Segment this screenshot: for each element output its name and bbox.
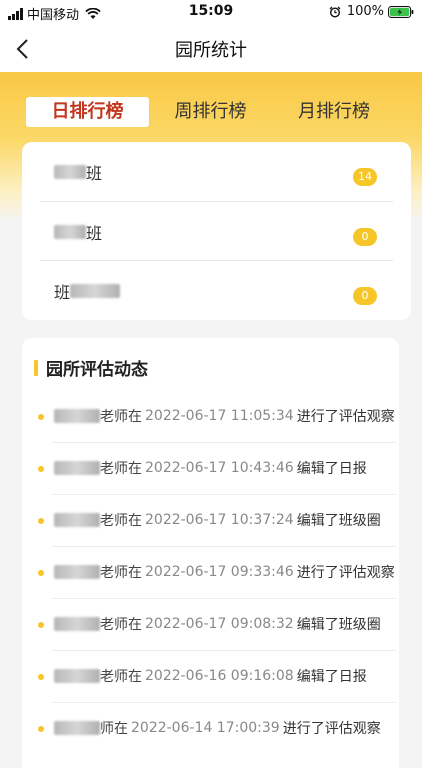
bullet-dot (38, 570, 44, 576)
ranking-card: 班 14 班 0 班 0 (22, 142, 411, 320)
redacted-name (54, 565, 100, 579)
feed-time: 2022-06-17 09:33:46 (145, 564, 294, 580)
feed-who: 老师在 (100, 669, 142, 685)
alarm-icon (329, 6, 341, 18)
feed-item[interactable]: 老师在 2022-06-17 10:37:24 编辑了班级圈 (36, 494, 396, 546)
ranking-row[interactable]: 班 0 (40, 201, 393, 261)
bullet-dot (38, 726, 44, 732)
redacted-name (54, 669, 100, 683)
page-title: 园所统计 (175, 40, 247, 61)
tab-weekly[interactable]: 周排行榜 (149, 97, 272, 127)
redacted-name (54, 165, 86, 179)
class-suffix: 班 (86, 224, 103, 243)
feed-who: 师在 (100, 721, 128, 737)
feed-time: 2022-06-17 09:08:32 (145, 616, 294, 632)
ranking-tabs: 日排行榜 周排行榜 月排行榜 (26, 97, 396, 127)
evaluation-feed-card: 园所评估动态 老师在 2022-06-17 11:05:34 进行了评估观察 老… (22, 338, 399, 768)
bullet-dot (38, 466, 44, 472)
feed-action: 编辑了日报 (296, 461, 367, 477)
feed-who: 老师在 (100, 617, 142, 633)
title-accent-bar (34, 359, 38, 376)
feed-time: 2022-06-17 10:37:24 (145, 512, 294, 528)
feed-item[interactable]: 老师在 2022-06-17 10:43:46 编辑了日报 (36, 442, 396, 494)
section-title-text: 园所评估动态 (46, 360, 148, 380)
redacted-name (54, 513, 100, 527)
bullet-dot (38, 414, 44, 420)
feed-action: 编辑了日报 (296, 669, 367, 685)
class-suffix: 班 (86, 164, 103, 183)
feed-who: 老师在 (100, 513, 142, 529)
redacted-name (54, 617, 100, 631)
battery-icon (388, 5, 414, 18)
feed-action: 进行了评估观察 (296, 409, 395, 425)
class-name: 班 (54, 160, 102, 184)
class-name: 班 (54, 220, 102, 244)
bullet-dot (38, 622, 44, 628)
ranking-row[interactable]: 班 0 (40, 260, 393, 320)
class-name: 班 (54, 279, 121, 303)
section-title: 园所评估动态 (34, 355, 148, 380)
status-right: 100% (329, 4, 414, 19)
bullet-dot (38, 518, 44, 524)
feed-action: 进行了评估观察 (296, 565, 395, 581)
redacted-name (54, 721, 100, 735)
feed-item[interactable]: 老师在 2022-06-17 11:05:34 进行了评估观察 (36, 390, 396, 442)
feed-item[interactable]: 师在 2022-06-14 17:00:39 进行了评估观察 (36, 702, 396, 754)
redacted-name (54, 225, 86, 239)
feed-time: 2022-06-17 10:43:46 (145, 460, 294, 476)
feed-who: 老师在 (100, 461, 142, 477)
tab-daily[interactable]: 日排行榜 (26, 97, 149, 127)
feed-item[interactable]: 老师在 2022-06-17 09:33:46 进行了评估观察 (36, 546, 396, 598)
tab-monthly[interactable]: 月排行榜 (272, 97, 396, 127)
count-badge: 0 (353, 228, 377, 246)
feed-item[interactable]: 老师在 2022-06-16 09:16:08 编辑了日报 (36, 650, 396, 702)
nav-bar: 园所统计 (0, 26, 422, 72)
feed-time: 2022-06-17 11:05:34 (145, 408, 294, 424)
feed-action: 编辑了班级圈 (296, 513, 381, 529)
count-badge: 0 (353, 287, 377, 305)
feed-time: 2022-06-14 17:00:39 (131, 720, 280, 736)
feed-time: 2022-06-16 09:16:08 (145, 668, 294, 684)
status-bar: 中国移动 15:09 100% (0, 0, 422, 26)
feed-action: 编辑了班级圈 (296, 617, 381, 633)
count-badge: 14 (353, 168, 377, 186)
ranking-row[interactable]: 班 14 (40, 142, 393, 201)
feed-action: 进行了评估观察 (282, 721, 381, 737)
feed-who: 老师在 (100, 565, 142, 581)
feed-who: 老师在 (100, 409, 142, 425)
redacted-name (54, 461, 100, 475)
redacted-name (70, 284, 121, 298)
class-prefix: 班 (54, 283, 71, 302)
feed-item[interactable]: 老师在 2022-06-17 09:08:32 编辑了班级圈 (36, 598, 396, 650)
redacted-name (54, 409, 100, 423)
bullet-dot (38, 674, 44, 680)
battery-percent: 100% (346, 4, 384, 19)
